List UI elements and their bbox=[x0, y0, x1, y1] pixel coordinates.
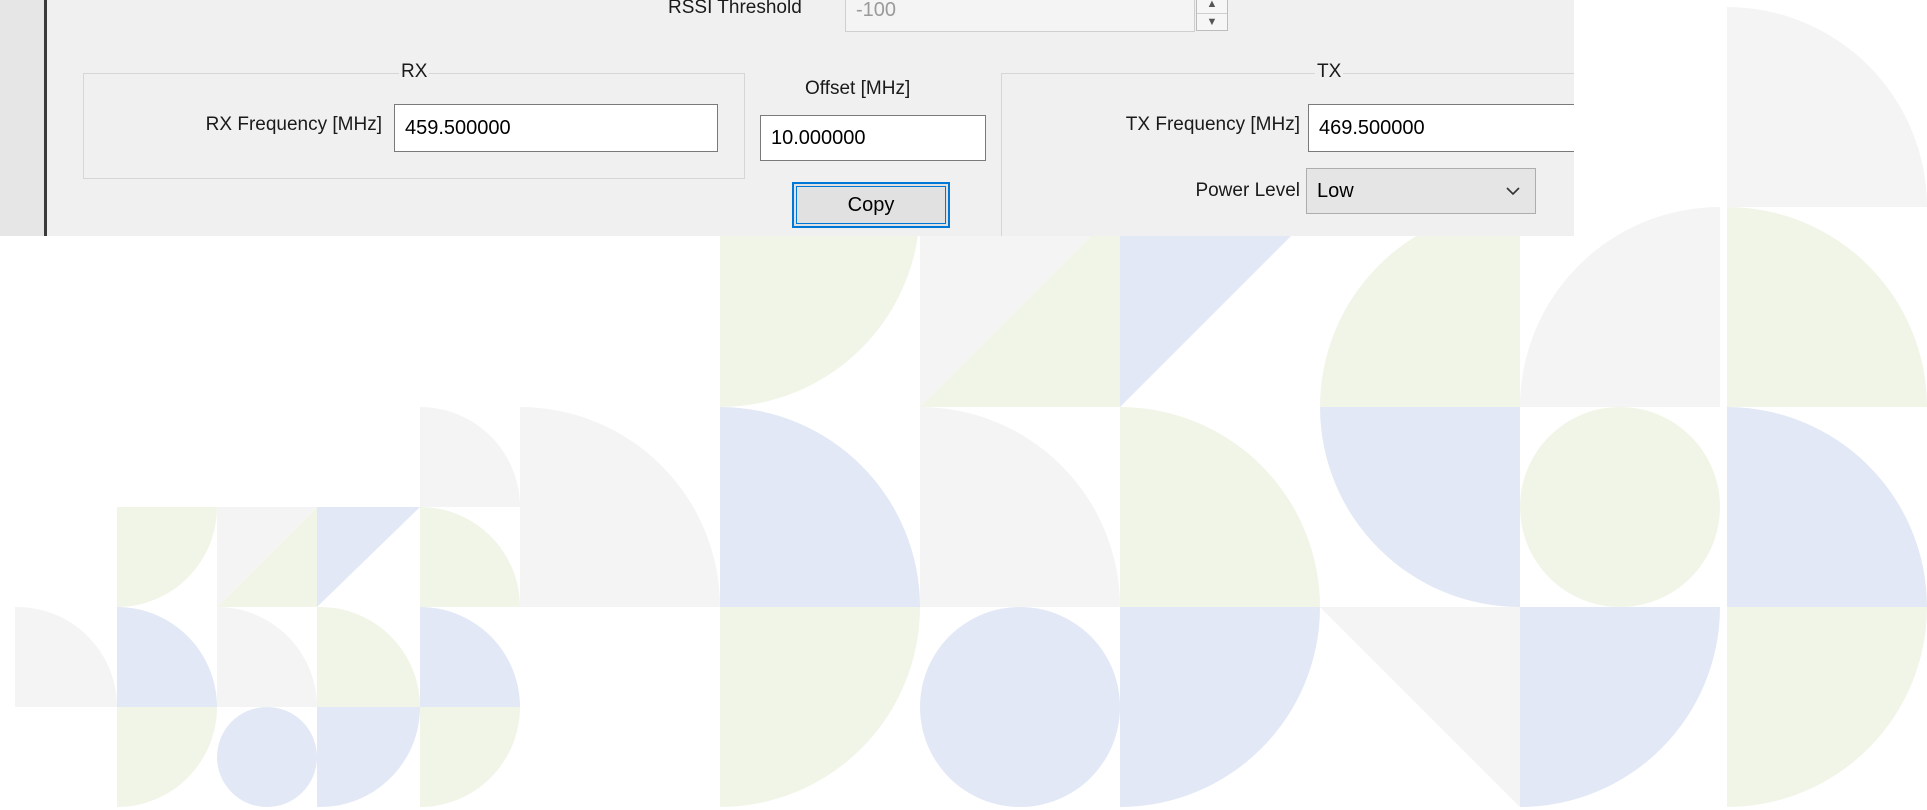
pattern-shape bbox=[317, 606, 420, 707]
pattern-shape bbox=[720, 607, 920, 807]
offset-value: 10.000000 bbox=[771, 126, 866, 149]
pattern-shape bbox=[1120, 207, 1320, 407]
power-level-label: Power Level bbox=[1195, 180, 1300, 201]
pattern-shape bbox=[317, 507, 420, 607]
offset-input[interactable]: 10.000000 bbox=[760, 115, 986, 161]
pattern-shape bbox=[1520, 207, 1720, 407]
spin-down-icon[interactable]: ▼ bbox=[1197, 14, 1227, 31]
rx-frequency-value: 459.500000 bbox=[405, 116, 511, 139]
pattern-shape bbox=[420, 607, 520, 707]
rssi-threshold-label: RSSI Threshold bbox=[668, 0, 802, 18]
pattern-shape bbox=[1727, 7, 1927, 207]
pattern-shape bbox=[117, 507, 217, 607]
tx-frequency-label: TX Frequency [MHz] bbox=[1125, 114, 1300, 135]
rssi-threshold-spinner[interactable]: ▲ ▼ bbox=[1196, 0, 1228, 31]
power-level-select[interactable]: Low bbox=[1306, 168, 1536, 214]
pattern-shape bbox=[1120, 407, 1320, 607]
pattern-shape bbox=[720, 207, 920, 407]
pattern-shape bbox=[15, 606, 118, 707]
pattern-shape bbox=[420, 407, 520, 507]
rssi-threshold-value: -100 bbox=[856, 0, 897, 21]
panel-divider bbox=[44, 0, 47, 236]
pattern-shape bbox=[1727, 207, 1927, 407]
pattern-shape bbox=[720, 407, 920, 607]
pattern-shape bbox=[117, 607, 217, 707]
pattern-shape bbox=[217, 707, 317, 807]
copy-button[interactable]: Copy bbox=[792, 182, 950, 228]
pattern-shape bbox=[1520, 607, 1720, 807]
pattern-shape bbox=[1727, 607, 1927, 807]
tx-frequency-input[interactable]: 469.500000 bbox=[1308, 104, 1574, 152]
pattern-shape bbox=[217, 607, 317, 707]
offset-label: Offset [MHz] bbox=[805, 78, 911, 99]
pattern-shape bbox=[1727, 407, 1927, 607]
radio-settings-panel: RSSI Threshold -100 ▲ ▼ RX RX Frequency … bbox=[0, 0, 1574, 236]
pattern-shape bbox=[520, 407, 720, 607]
left-panel-strip bbox=[0, 0, 44, 236]
pattern-shape bbox=[420, 507, 520, 607]
rx-frequency-label: RX Frequency [MHz] bbox=[205, 114, 382, 135]
rx-group-title: RX bbox=[399, 61, 430, 83]
pattern-shape bbox=[920, 607, 1120, 807]
pattern-shape bbox=[1320, 607, 1520, 807]
pattern-shape bbox=[1320, 207, 1520, 407]
pattern-shape bbox=[1520, 407, 1720, 607]
pattern-shape bbox=[1120, 607, 1320, 807]
chevron-down-icon bbox=[1506, 187, 1520, 196]
pattern-shape bbox=[317, 707, 420, 808]
rx-frequency-input[interactable]: 459.500000 bbox=[394, 104, 718, 152]
rssi-threshold-input[interactable]: -100 bbox=[845, 0, 1195, 32]
pattern-shape bbox=[117, 707, 217, 807]
spin-up-icon[interactable]: ▲ bbox=[1197, 0, 1227, 14]
tx-group-title: TX bbox=[1315, 61, 1344, 83]
pattern-shape bbox=[920, 407, 1120, 607]
pattern-shape bbox=[1320, 407, 1520, 607]
power-level-value: Low bbox=[1317, 179, 1354, 202]
tx-frequency-value: 469.500000 bbox=[1319, 116, 1425, 139]
pattern-shape bbox=[420, 707, 520, 807]
